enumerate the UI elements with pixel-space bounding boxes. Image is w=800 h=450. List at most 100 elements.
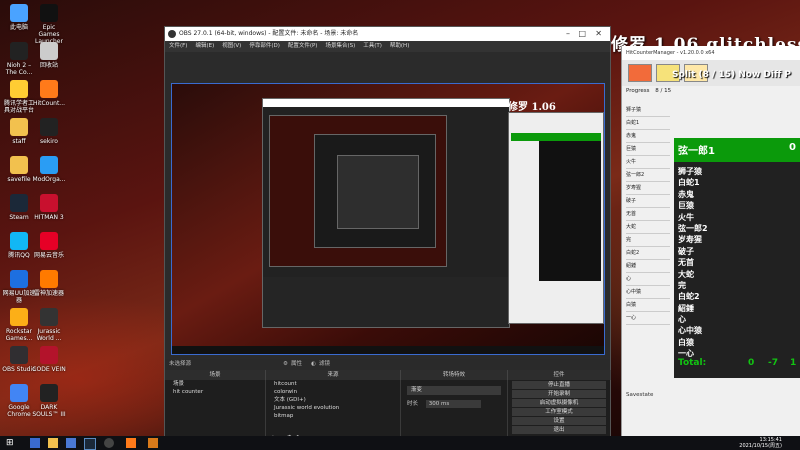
nested-counter-current (511, 133, 601, 141)
menu-scene-collection[interactable]: 场景集合(S) (325, 41, 355, 52)
source-item[interactable]: bitmap (266, 412, 400, 420)
scene-item[interactable]: 场景 (165, 380, 265, 388)
taskview-icon[interactable] (30, 438, 40, 448)
sources-dock-title: 来源 (266, 370, 401, 380)
desktop-shortcut[interactable]: 此电脑 (2, 4, 36, 31)
desktop-shortcut[interactable]: staff (2, 118, 36, 145)
split-row[interactable]: 白猿 (678, 337, 800, 348)
desktop-shortcut[interactable]: OBS Studio (2, 346, 36, 373)
menu-view[interactable]: 视图(V) (222, 41, 241, 52)
menu-profile[interactable]: 配置文件(P) (288, 41, 318, 52)
nioh-icon (10, 42, 28, 60)
desktop-shortcut[interactable]: 腾讯学者工具对战平台 (2, 80, 36, 114)
split-row[interactable]: 巨猿 (678, 200, 800, 211)
desktop-shortcut[interactable]: 网易UU加速器 (2, 270, 36, 304)
app-icon[interactable] (148, 438, 158, 448)
split-row[interactable]: 弦一郎2 (678, 223, 800, 234)
menu-file[interactable]: 文件(F) (169, 41, 187, 52)
desktop-shortcut[interactable]: savefile (2, 156, 36, 183)
menu-edit[interactable]: 编辑(E) (195, 41, 214, 52)
hitcounter-taskbar-icon[interactable] (126, 438, 136, 448)
close-icon[interactable]: ✕ (595, 27, 602, 41)
split-row[interactable]: 岁寿猩 (678, 234, 800, 245)
split-row[interactable]: 心中猿 (678, 325, 800, 336)
app-icon[interactable] (66, 438, 76, 448)
sekiro-icon (40, 118, 58, 136)
source-item[interactable]: Jurassic world evolution (266, 404, 400, 412)
desktop-shortcut[interactable]: 网易云音乐 (32, 232, 66, 259)
transition-select[interactable]: 渐变 (407, 386, 501, 395)
gear-icon[interactable]: ⚙ (283, 359, 288, 370)
desktop-shortcut-label: Rockstar Games... (5, 328, 33, 342)
steam-icon[interactable] (84, 438, 96, 450)
desktop-shortcut[interactable]: CODE VEIN (32, 346, 66, 373)
split-row-label: 白猿 (626, 299, 670, 312)
split-row[interactable]: 白蛇2 (678, 291, 800, 302)
hitcounter-window[interactable]: HitCounterManager - v1.20.0.0 x64 Split … (621, 46, 800, 436)
desktop-shortcut-label: OBS Studio (2, 366, 36, 373)
source-item[interactable]: hitcount (266, 380, 400, 388)
split-row[interactable]: 狮子猿 (678, 166, 800, 177)
desktop-shortcut[interactable]: Jurassic World ... (32, 308, 66, 342)
scene-item[interactable]: hit counter (165, 388, 265, 396)
stop-streaming-button[interactable]: 停止直播 (512, 381, 606, 389)
split-row[interactable]: 紹錘 (678, 303, 800, 314)
modorganizer-icon (40, 156, 58, 174)
desktop-shortcut[interactable]: ModOrga... (32, 156, 66, 183)
source-item[interactable]: 文本 (GDI+) (266, 396, 400, 404)
explorer-icon[interactable] (48, 438, 58, 448)
obs-titlebar[interactable]: OBS 27.0.1 (64-bit, windows) - 配置文件: 未命名… (165, 27, 610, 41)
start-recording-button[interactable]: 开始录制 (512, 390, 606, 398)
split-row[interactable]: 赤鬼 (678, 189, 800, 200)
split-row-label: 弦一郎2 (626, 169, 670, 182)
reset-button[interactable] (628, 64, 652, 82)
obs-window[interactable]: OBS 27.0.1 (64-bit, windows) - 配置文件: 未命名… (164, 26, 611, 446)
hitcounter-titlebar: HitCounterManager - v1.20.0.0 x64 (622, 46, 800, 60)
studio-mode-button[interactable]: 工作室模式 (512, 408, 606, 416)
source-item[interactable]: colorwin (266, 388, 400, 396)
settings-button[interactable]: 设置 (512, 417, 606, 425)
maximize-icon[interactable]: □ (578, 27, 586, 41)
codevein-icon (40, 346, 58, 364)
desktop-shortcut[interactable]: 腾讯QQ (2, 232, 36, 259)
filters-button[interactable]: 滤镜 (319, 359, 330, 370)
desktop-shortcut-label: Nioh 2 – The Co... (5, 62, 33, 76)
desktop-shortcut[interactable]: Nioh 2 – The Co... (2, 42, 36, 76)
desktop-shortcut-label: 此电脑 (9, 24, 28, 31)
desktop-shortcut[interactable]: 雷神加速器 (32, 270, 66, 297)
desktop-shortcut[interactable]: Rockstar Games... (2, 308, 36, 342)
exit-button[interactable]: 退出 (512, 426, 606, 434)
split-row[interactable]: 大蛇 (678, 269, 800, 280)
menu-docks[interactable]: 停靠部件(D) (249, 41, 280, 52)
netease-music-icon (40, 232, 58, 250)
split-row[interactable]: 破子 (678, 246, 800, 257)
properties-button[interactable]: 属性 (291, 359, 302, 370)
desktop-shortcut[interactable]: 回收站 (32, 42, 66, 69)
virtual-camera-button[interactable]: 启动虚拟摄像机 (512, 399, 606, 407)
obs-preview[interactable]: 修罗 1.06 glitchless (171, 83, 605, 355)
desktop-shortcut[interactable]: DARK SOULS™ III (32, 384, 66, 418)
clock[interactable]: 13:15:41 2021/10/15(周五) (739, 437, 782, 449)
current-split-value: 0 (789, 142, 796, 153)
start-icon[interactable]: ⊞ (6, 438, 16, 448)
desktop-shortcut-label: 网易云音乐 (33, 252, 64, 259)
split-row[interactable]: 完 (678, 280, 800, 291)
total-row: Total: 0 -7 1 (678, 358, 798, 370)
desktop-shortcut[interactable]: HitCount... (32, 80, 66, 107)
split-row[interactable]: 心 (678, 314, 800, 325)
desktop-shortcut[interactable]: HITMAN 3 (32, 194, 66, 221)
desktop-shortcut[interactable]: Steam (2, 194, 36, 221)
obs-taskbar-icon[interactable] (104, 438, 114, 448)
split-row-label: 火牛 (626, 156, 670, 169)
split-row[interactable]: 白蛇1 (678, 177, 800, 188)
minimize-icon[interactable]: – (566, 27, 570, 41)
menu-tools[interactable]: 工具(T) (363, 41, 382, 52)
split-row[interactable]: 火牛 (678, 212, 800, 223)
split-row[interactable]: 无首 (678, 257, 800, 268)
desktop-shortcut[interactable]: Epic Games Launcher (32, 4, 66, 45)
menu-help[interactable]: 帮助(H) (390, 41, 409, 52)
duration-input[interactable]: 300 ms (425, 400, 481, 408)
filter-icon[interactable]: ◐ (311, 359, 316, 370)
desktop-shortcut[interactable]: sekiro (32, 118, 66, 145)
desktop-shortcut[interactable]: Google Chrome (2, 384, 36, 418)
